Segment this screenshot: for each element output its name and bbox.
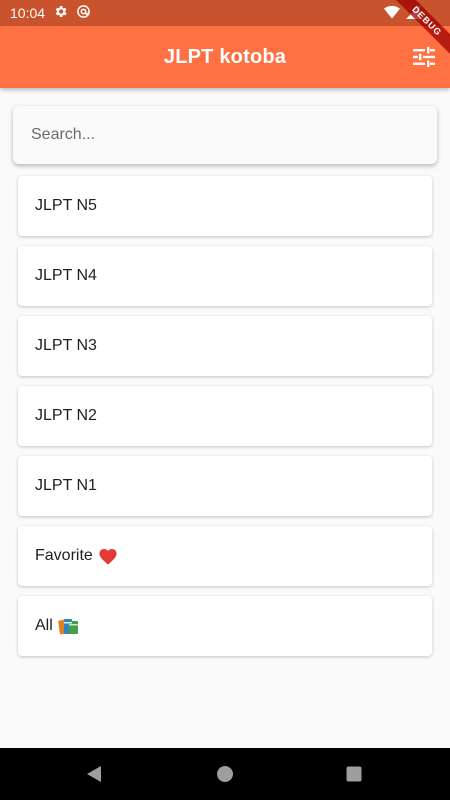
list-item-jlpt-n1[interactable]: JLPT N1 — [18, 456, 432, 516]
at-sign-icon — [76, 4, 91, 22]
recents-button[interactable] — [342, 762, 366, 786]
list-item-label: All — [35, 617, 53, 634]
list-item-favorite[interactable]: Favorite — [18, 526, 432, 586]
list-item-label: JLPT N4 — [35, 267, 97, 284]
list-item-all[interactable]: All — [18, 596, 432, 656]
list-item-jlpt-n4[interactable]: JLPT N4 — [18, 246, 432, 306]
status-time: 10:04 — [10, 5, 46, 21]
page-title: JLPT kotoba — [163, 45, 287, 68]
filter-settings-button[interactable] — [410, 43, 438, 71]
list-item-label: JLPT N1 — [35, 477, 97, 494]
wifi-icon — [384, 5, 400, 22]
search-box — [13, 106, 437, 164]
home-button[interactable] — [213, 762, 237, 786]
search-input[interactable] — [31, 126, 419, 144]
level-list: JLPT N5 JLPT N4 JLPT N3 JLPT N2 JLPT N1 … — [18, 176, 432, 666]
signal-icon — [406, 4, 420, 22]
list-item-jlpt-n2[interactable]: JLPT N2 — [18, 386, 432, 446]
system-navigation-bar — [0, 748, 450, 800]
list-item-jlpt-n5[interactable]: JLPT N5 — [18, 176, 432, 236]
settings-gear-icon — [53, 4, 68, 22]
books-icon — [57, 616, 80, 636]
list-item-label: JLPT N5 — [35, 197, 97, 214]
list-item-label: Favorite — [35, 547, 93, 564]
app-bar: JLPT kotoba — [0, 26, 450, 88]
status-bar: 10:04 — [0, 0, 450, 26]
list-item-label: JLPT N2 — [35, 407, 97, 424]
list-item-label: JLPT N3 — [35, 337, 97, 354]
tune-icon — [413, 47, 435, 67]
back-icon — [87, 766, 101, 782]
home-icon — [217, 766, 233, 782]
list-item-jlpt-n3[interactable]: JLPT N3 — [18, 316, 432, 376]
heart-icon — [98, 547, 118, 565]
recents-icon — [346, 766, 362, 782]
back-button[interactable] — [82, 762, 106, 786]
